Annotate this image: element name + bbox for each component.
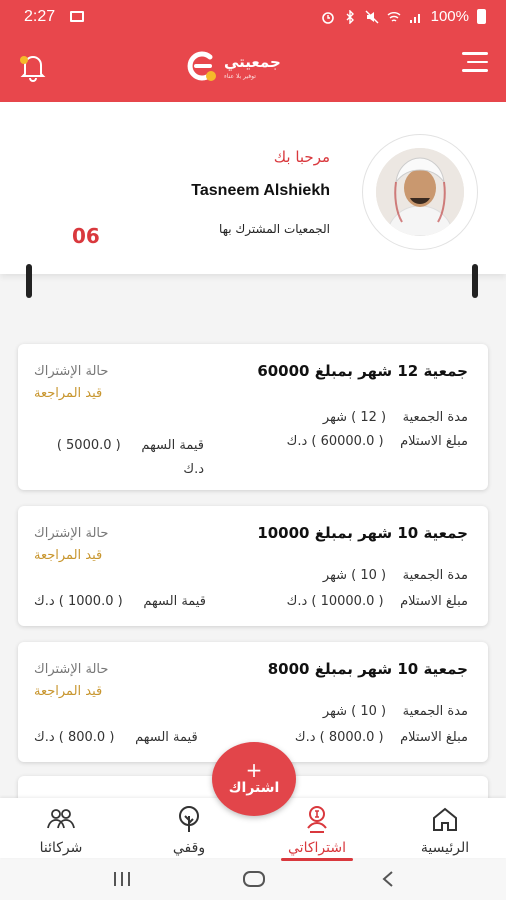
duration-row: مدة الجمعية ( 10 ) شهر (323, 704, 468, 719)
logo-mark-icon (187, 51, 216, 81)
menu-button[interactable] (462, 52, 488, 74)
receive-row: مبلغ الاستلام ( 10000.0 ) د.ك (287, 594, 468, 609)
battery-icon (477, 9, 486, 24)
menu-line (462, 52, 488, 55)
app-header: 2:27 100% جمعيتي توفير بلا عناء (0, 0, 506, 102)
receive-value: ( 10000.0 ) د.ك (286, 594, 384, 609)
nav-home[interactable]: الرئيسية (390, 804, 500, 856)
receive-row: مبلغ الاستلام ( 8000.0 ) د.ك (295, 730, 468, 745)
alarm-icon (321, 11, 334, 24)
app-name: جمعيتي (224, 52, 281, 71)
share-label: قيمة السهم (143, 594, 206, 609)
plus-icon: + (245, 758, 263, 782)
nav-home-label: الرئيسية (420, 840, 470, 856)
receive-value: ( 60000.0 ) د.ك (286, 434, 384, 449)
nav-subscriptions-label: اشتراكاتي (288, 840, 346, 856)
battery-percent: 100% (430, 8, 469, 25)
active-indicator (281, 858, 353, 861)
duration-label: مدة الجمعية (402, 410, 468, 425)
share-row: قيمة السهم ( 1000.0 ) د.ك (34, 594, 206, 609)
subscription-card[interactable]: جمعية 10 شهر بمبلغ 10000 حالة الإشتراك ق… (18, 506, 488, 626)
receive-row: مبلغ الاستلام ( 60000.0 ) د.ك (287, 434, 468, 449)
status-icons: 100% (321, 8, 486, 25)
card-title: جمعية 12 شهر بمبلغ 60000 (257, 362, 468, 380)
nav-partners[interactable]: شركائنا (6, 804, 116, 856)
status-label: حالة الإشتراك (34, 526, 109, 541)
home-icon (433, 807, 457, 831)
app-tagline: توفير بلا عناء (224, 72, 256, 80)
status-label: حالة الإشتراك (34, 662, 109, 677)
subscribe-label: اشتراك (228, 780, 280, 796)
scroll-handle-left[interactable] (26, 264, 32, 298)
partners-icon (47, 809, 75, 829)
status-value: قيد المراجعة (34, 684, 103, 699)
nav-waqfi-label: وقفي (172, 840, 206, 856)
duration-label: مدة الجمعية (402, 568, 468, 583)
status-time: 2:27 (24, 8, 56, 25)
app-logo: جمعيتي توفير بلا عناء (184, 46, 281, 86)
share-value: ( 1000.0 ) د.ك (34, 594, 123, 609)
card-title: جمعية 10 شهر بمبلغ 10000 (257, 524, 468, 542)
back-icon[interactable] (380, 870, 396, 888)
status-value: قيد المراجعة (34, 386, 103, 401)
image-notification-icon (70, 11, 84, 22)
receive-label: مبلغ الاستلام (400, 594, 468, 609)
duration-label: مدة الجمعية (402, 704, 468, 719)
status-value: قيد المراجعة (34, 548, 103, 563)
share-value: ( 800.0 ) د.ك (34, 730, 115, 745)
duration-row: مدة الجمعية ( 10 ) شهر (323, 568, 468, 583)
receive-label: مبلغ الاستلام (400, 730, 468, 745)
home-system-icon[interactable] (242, 870, 266, 888)
nav-partners-label: شركائنا (39, 840, 83, 856)
scroll-handle-right[interactable] (472, 264, 478, 298)
system-nav-bar (0, 858, 506, 900)
user-name: Tasneem Alshiekh (191, 182, 330, 199)
notification-bell-icon[interactable] (16, 50, 50, 84)
share-label: قيمة السهم (141, 438, 204, 453)
signal-icon (409, 13, 420, 23)
card-title: جمعية 10 شهر بمبلغ 8000 (267, 660, 468, 678)
profile-card: مرحبا بك Tasneem Alshiekh الجمعيات المشت… (0, 102, 506, 298)
subscription-card[interactable]: جمعية 12 شهر بمبلغ 60000 حالة الإشتراك ق… (18, 344, 488, 490)
share-row: قيمة السهم ( 5000.0 ) د.ك (34, 434, 204, 482)
welcome-text: مرحبا بك (273, 148, 330, 166)
receive-value: ( 8000.0 ) د.ك (294, 730, 384, 745)
app-bar: جمعيتي توفير بلا عناء (0, 36, 506, 96)
mute-icon (365, 10, 379, 23)
menu-line (462, 69, 488, 72)
subscribed-count: 06 (72, 224, 100, 248)
duration-value: ( 10 ) شهر (322, 704, 387, 719)
recent-apps-icon[interactable] (112, 870, 132, 888)
bluetooth-icon (346, 9, 354, 24)
status-label: حالة الإشتراك (34, 364, 109, 379)
duration-value: ( 12 ) شهر (322, 410, 387, 425)
nav-subscriptions[interactable]: اشتراكاتي (262, 804, 372, 861)
subscribed-label: الجمعيات المشترك بها (219, 222, 330, 236)
share-label: قيمة السهم (135, 730, 198, 745)
subscriptions-icon (307, 806, 327, 833)
nav-waqfi[interactable]: وقفي (134, 804, 244, 856)
share-row: قيمة السهم ( 800.0 ) د.ك (34, 730, 198, 745)
avatar (376, 148, 464, 236)
wifi-icon (387, 11, 401, 22)
receive-label: مبلغ الاستلام (400, 434, 468, 449)
duration-row: مدة الجمعية ( 12 ) شهر (323, 410, 468, 425)
avatar-frame[interactable] (362, 134, 478, 250)
tree-icon (179, 806, 199, 832)
status-bar: 2:27 100% (0, 0, 506, 34)
duration-value: ( 10 ) شهر (322, 568, 387, 583)
subscribe-button[interactable]: + اشتراك (212, 742, 296, 816)
menu-line (467, 60, 488, 63)
